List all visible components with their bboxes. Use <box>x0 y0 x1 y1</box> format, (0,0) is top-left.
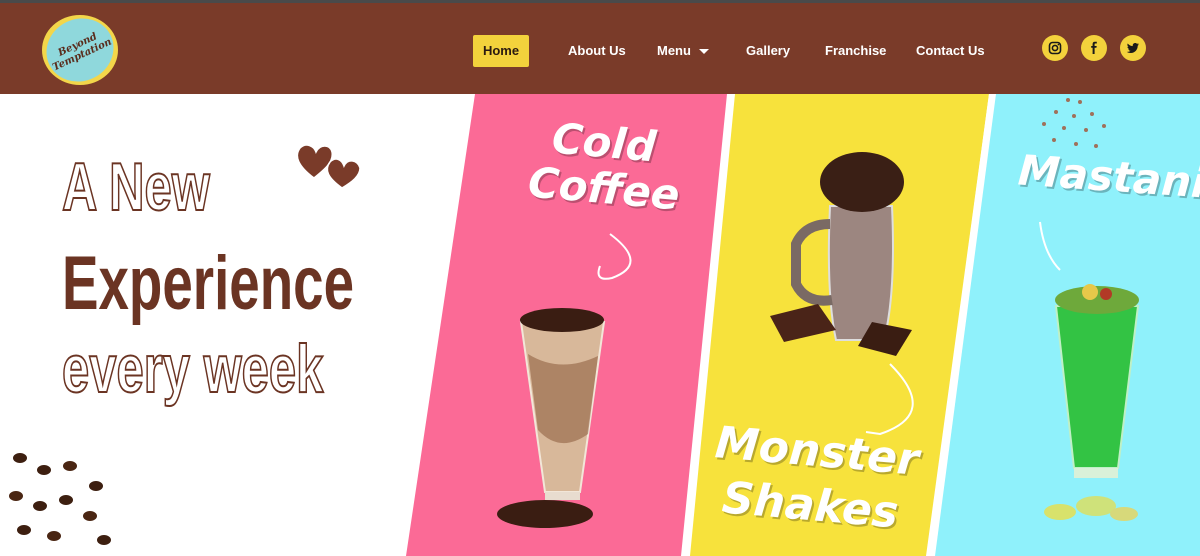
hero-line-2: Experience <box>62 241 355 326</box>
instagram-icon[interactable] <box>1042 35 1068 61</box>
nav-franchise[interactable]: Franchise <box>825 35 886 67</box>
nav-menu-label: Menu <box>657 43 691 58</box>
logo[interactable]: Beyond Temptation <box>36 7 124 93</box>
facebook-icon[interactable] <box>1081 35 1107 61</box>
nav-about-us[interactable]: About Us <box>568 35 626 67</box>
nav-home[interactable]: Home <box>473 35 529 67</box>
mastani-title: Mastani <box>1016 145 1200 208</box>
chevron-down-icon <box>698 49 709 55</box>
cold-coffee-title-line-2: Coffee <box>526 157 682 220</box>
coffee-beans-image <box>9 453 111 545</box>
hero-line-1: A New <box>61 148 210 226</box>
nav-gallery[interactable]: Gallery <box>746 35 790 67</box>
site-header: Beyond Temptation Home About Us Menu Gal… <box>0 0 1200 94</box>
hero-line-3: every week <box>61 330 324 408</box>
nav-contact-us[interactable]: Contact Us <box>916 35 985 67</box>
nav-menu[interactable]: Menu <box>657 35 709 67</box>
twitter-icon[interactable] <box>1120 35 1146 61</box>
hearts-icon <box>296 144 361 189</box>
logo-text: Beyond Temptation <box>36 7 124 93</box>
